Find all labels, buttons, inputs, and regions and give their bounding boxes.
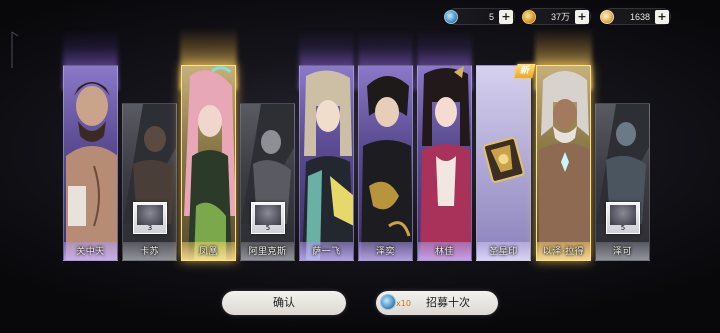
- recruit-results: 关中天 3 卡苏 凤凰 5 阿里克斯 萨一飞 泽奕 林佳 圣星印 以泽·拉得 5…: [0, 0, 720, 333]
- hero-portrait: [66, 82, 117, 260]
- fragment-portrait: [137, 205, 163, 225]
- hero-portrait: [361, 76, 412, 260]
- fragment-count: 3: [147, 224, 153, 232]
- hero-card[interactable]: 林佳: [417, 65, 472, 261]
- seal-item-icon: [477, 66, 530, 260]
- fragment-card[interactable]: 5 泽可: [595, 103, 650, 261]
- fragment-card[interactable]: 3 卡苏: [122, 103, 177, 261]
- fragment-badge: 5: [251, 202, 285, 234]
- confirm-button[interactable]: 确认: [222, 291, 346, 315]
- hero-name: 以泽·拉得: [542, 247, 585, 257]
- recruit-ten-label: 招募十次: [426, 296, 470, 309]
- hero-card[interactable]: 以泽·拉得: [536, 65, 591, 261]
- hero-card[interactable]: 关中天: [63, 65, 118, 261]
- hero-card[interactable]: 凤凰: [181, 65, 236, 261]
- hero-name: 阿里克斯: [248, 247, 287, 257]
- hero-name: 泽奕: [375, 247, 395, 257]
- hero-portrait: [420, 66, 471, 260]
- hero-portrait: [184, 66, 235, 260]
- fragment-count: 5: [620, 224, 626, 232]
- hero-silhouette: [241, 104, 294, 224]
- fragment-badge: 3: [133, 202, 167, 234]
- item-card[interactable]: 圣星印: [476, 65, 531, 261]
- hero-silhouette: [596, 104, 649, 224]
- fragment-card[interactable]: 5 阿里克斯: [240, 103, 295, 261]
- hero-portrait: [302, 70, 353, 260]
- hero-name: 关中天: [76, 247, 105, 257]
- new-badge: 新: [514, 64, 536, 78]
- recruit-cost: x10: [396, 299, 411, 308]
- hero-card[interactable]: 泽奕: [358, 65, 413, 261]
- fragment-count: 5: [265, 224, 271, 232]
- hero-name: 卡苏: [139, 247, 159, 257]
- fragment-portrait: [610, 205, 636, 225]
- hero-silhouette: [123, 104, 176, 224]
- item-name: 圣星印: [489, 247, 518, 257]
- fragment-badge: 5: [606, 202, 640, 234]
- fragment-portrait: [255, 205, 281, 225]
- recruit-token-icon: [380, 294, 396, 310]
- hero-name: 林佳: [434, 247, 454, 257]
- hero-card[interactable]: 萨一飞: [299, 65, 354, 261]
- hero-portrait: [539, 71, 590, 260]
- hero-name: 凤凰: [198, 247, 218, 257]
- hero-name: 泽可: [612, 247, 632, 257]
- recruit-ten-button[interactable]: x10 招募十次: [376, 291, 498, 315]
- hero-name: 萨一飞: [312, 247, 341, 257]
